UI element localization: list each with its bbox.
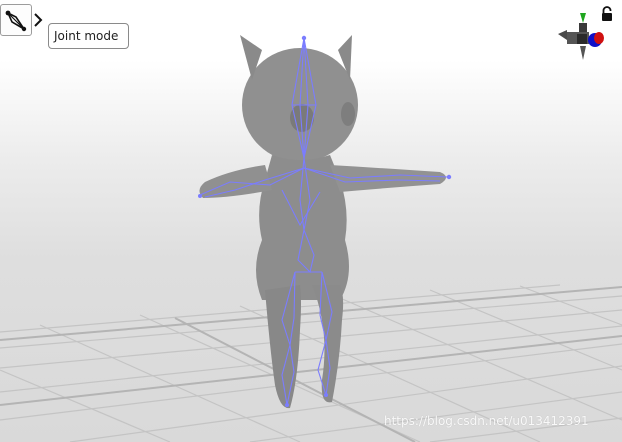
watermark: https://blog.csdn.net/u013412391 (384, 414, 589, 428)
joint-mode-button[interactable] (0, 4, 32, 36)
joint-mode-icon (5, 10, 27, 32)
mode-tooltip: Joint mode (48, 23, 129, 49)
3d-viewport[interactable] (0, 0, 622, 442)
axis-gizmo-icon[interactable] (555, 10, 607, 62)
chevron-right-icon[interactable] (33, 10, 43, 30)
